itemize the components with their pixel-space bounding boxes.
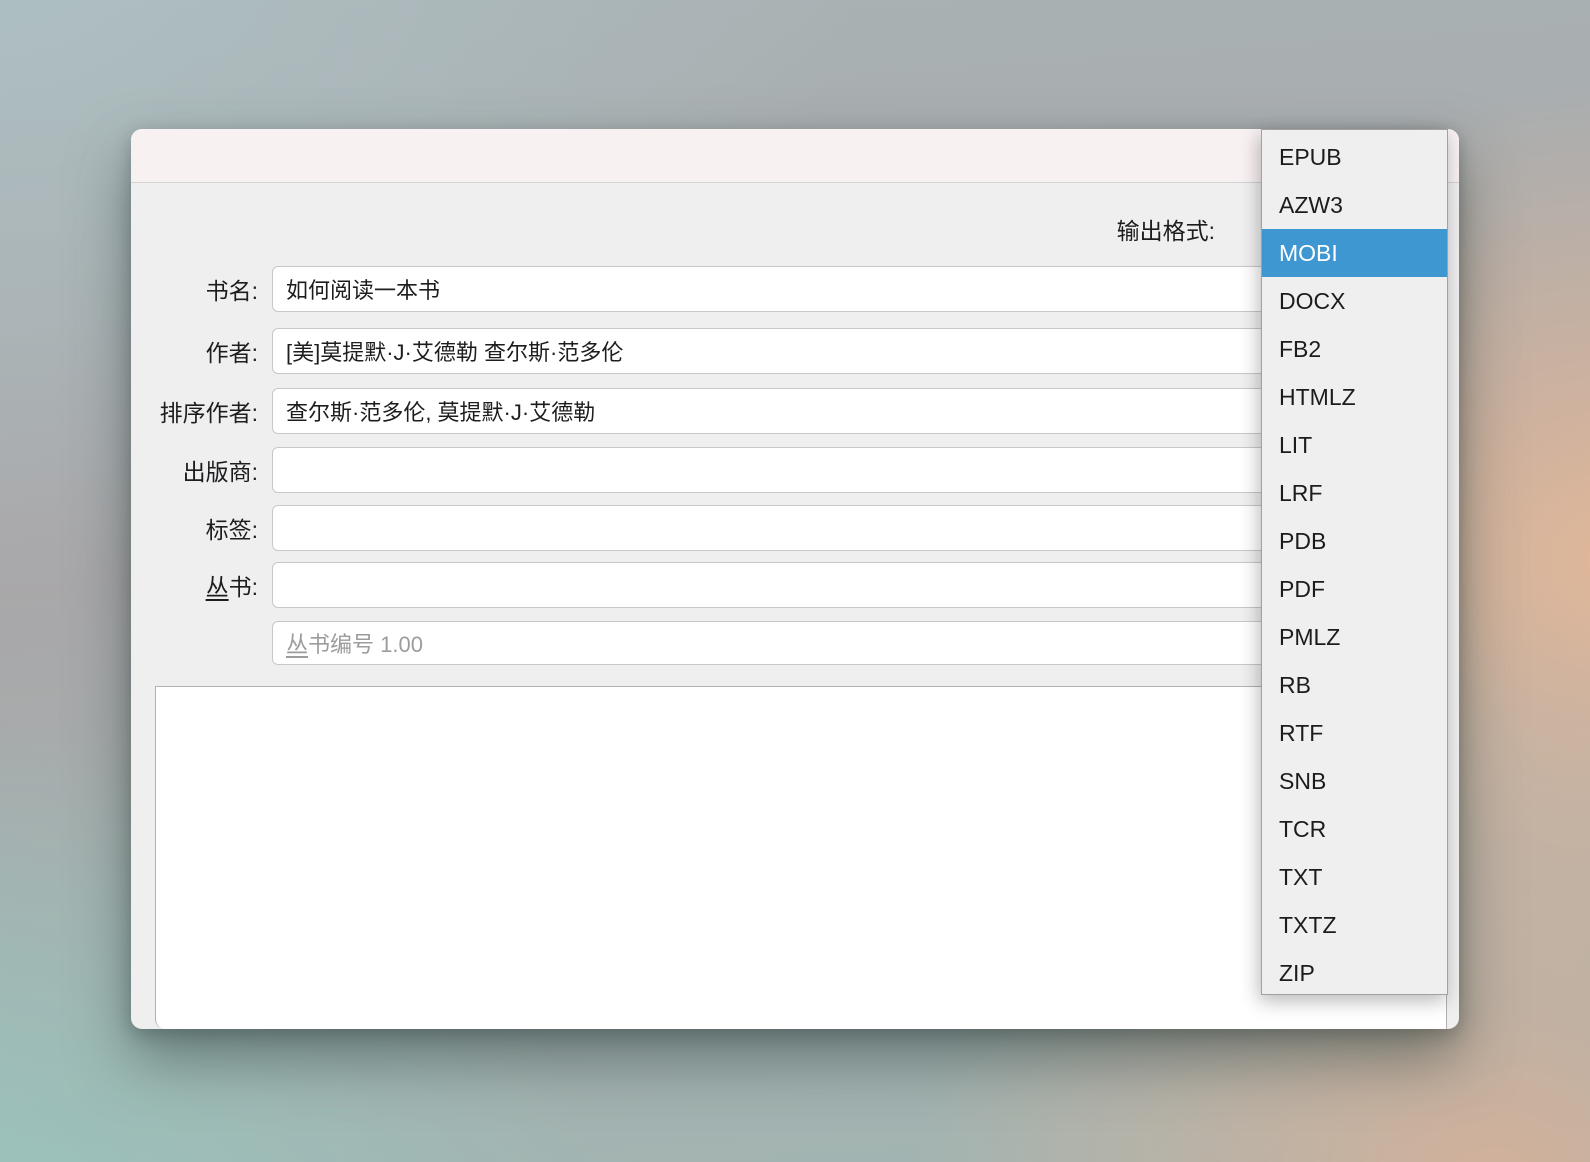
format-option-snb[interactable]: SNB (1262, 757, 1447, 805)
format-option-pdb[interactable]: PDB (1262, 517, 1447, 565)
series-label: 丛书: (131, 568, 258, 602)
authors-label: 作者: (205, 340, 258, 366)
format-option-mobi[interactable]: MOBI (1262, 229, 1447, 277)
author-sort-label: 排序作者: (159, 400, 258, 426)
format-option-pdf[interactable]: PDF (1262, 565, 1447, 613)
format-option-txt[interactable]: TXT (1262, 853, 1447, 901)
dialog-content: 输出格式: 书名: 作者: 排序作者: 出版商: 标签: 丛书: 丛书编号 1.00 (131, 184, 1459, 1029)
author-sort-input[interactable] (272, 388, 1420, 434)
format-option-docx[interactable]: DOCX (1262, 277, 1447, 325)
publisher-label: 出版商: (182, 459, 258, 485)
format-option-txtz[interactable]: TXTZ (1262, 901, 1447, 949)
title-input[interactable] (272, 266, 1420, 312)
form-row-series: 丛书: (131, 562, 1459, 608)
metadata-dialog-window: 输出格式: 书名: 作者: 排序作者: 出版商: 标签: 丛书: 丛书编号 1.00 (131, 129, 1459, 1029)
form-row-author-sort: 排序作者: (131, 388, 1459, 434)
format-option-lit[interactable]: LIT (1262, 421, 1447, 469)
format-option-rb[interactable]: RB (1262, 661, 1447, 709)
output-format-label: 输出格式: (1116, 218, 1215, 244)
title-label: 书名: (205, 278, 258, 304)
series-index-input[interactable]: 丛书编号 1.00 (272, 621, 1420, 665)
output-format-dropdown: EPUB AZW3 MOBI DOCX FB2 HTMLZ LIT LRF PDB PDF PMLZ… (1261, 129, 1448, 995)
format-option-htmlz[interactable]: HTMLZ (1262, 373, 1447, 421)
desktop-background: 输出格式: 书名: 作者: 排序作者: 出版商: 标签: 丛书: 丛书编号 1.00 EP… (0, 0, 1590, 1162)
publisher-input[interactable] (272, 447, 1420, 493)
form-row-authors: 作者: (131, 328, 1459, 374)
format-option-tcr[interactable]: TCR (1262, 805, 1447, 853)
tags-label: 标签: (205, 517, 258, 543)
format-option-epub[interactable]: EPUB (1262, 133, 1447, 181)
format-option-pmlz[interactable]: PMLZ (1262, 613, 1447, 661)
series-input[interactable] (272, 562, 1420, 608)
series-label-accel: 丛 (205, 574, 229, 600)
authors-input[interactable] (272, 328, 1420, 374)
format-option-fb2[interactable]: FB2 (1262, 325, 1447, 373)
format-option-zip[interactable]: ZIP (1262, 949, 1447, 994)
format-option-lrf[interactable]: LRF (1262, 469, 1447, 517)
form-row-publisher: 出版商: (131, 447, 1459, 493)
window-titlebar[interactable] (131, 129, 1459, 183)
series-index-placeholder: 丛书编号 1.00 (286, 632, 423, 657)
comments-editor[interactable] (155, 686, 1447, 1029)
tags-input[interactable] (272, 505, 1420, 551)
format-option-rtf[interactable]: RTF (1262, 709, 1447, 757)
form-row-title: 书名: (131, 266, 1459, 312)
series-label-rest: 书: (228, 574, 258, 600)
format-option-azw3[interactable]: AZW3 (1262, 181, 1447, 229)
form-row-tags: 标签: (131, 505, 1459, 551)
